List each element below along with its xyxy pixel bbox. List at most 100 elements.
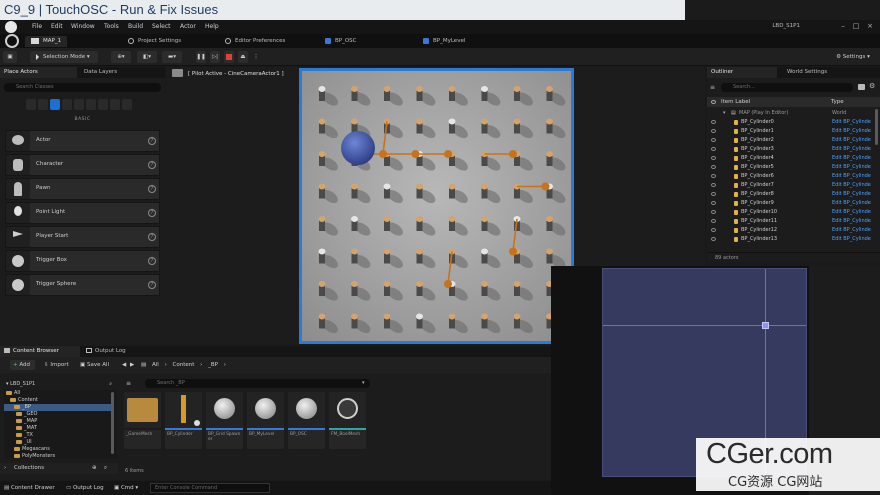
asset-tile[interactable]: BP_OSC [288, 392, 325, 449]
outliner-row-type[interactable]: Edit BP_Cylinde [832, 235, 871, 244]
col-type[interactable]: Type [831, 97, 844, 107]
folder-tree-item[interactable]: _TX [4, 432, 114, 439]
selection-mode-button[interactable]: Selection Mode ▾ [30, 51, 98, 63]
eject-icon[interactable]: ⏏ [238, 51, 248, 63]
outliner-scrollbar[interactable] [875, 109, 878, 145]
outliner-row-type[interactable]: Edit BP_Cylinde [832, 127, 871, 136]
cinematics-icon[interactable]: ▬▾ [162, 51, 182, 63]
outliner-row-type[interactable]: Edit BP_Cylinde [832, 163, 871, 172]
all-classes-icon[interactable] [110, 99, 120, 110]
place-actors-search-input[interactable]: Search Classes [4, 83, 161, 92]
visibility-icon[interactable] [711, 147, 716, 151]
outliner-row[interactable]: BP_Cylinder10 Edit BP_Cylinde [707, 208, 872, 217]
visibility-icon[interactable] [711, 237, 716, 241]
menu-select[interactable]: Select [152, 23, 171, 30]
outliner-row-type[interactable]: Edit BP_Cylinde [832, 208, 871, 217]
menu-window[interactable]: Window [71, 23, 95, 30]
visual-effects-icon[interactable] [86, 99, 96, 110]
outliner-row-type[interactable]: Edit BP_Cylinde [832, 226, 871, 235]
filter-icon[interactable]: ≡ [710, 84, 717, 91]
asset-tile[interactable]: _GameMesh [124, 392, 161, 449]
help-icon[interactable]: ? [148, 233, 156, 241]
folder-tree-item[interactable]: _BP [4, 404, 114, 411]
search-dropdown-icon[interactable]: ▾ [362, 380, 365, 386]
scene-view[interactable] [299, 68, 574, 344]
menu-actor[interactable]: Actor [180, 23, 196, 30]
tab-outliner[interactable]: Outliner [707, 67, 777, 78]
xy-pad-handle[interactable] [762, 322, 769, 329]
tree-scrollbar[interactable] [111, 392, 114, 454]
more-options-icon[interactable]: ⋮ [252, 51, 260, 63]
outliner-row[interactable]: BP_Cylinder7 Edit BP_Cylinde [707, 181, 872, 190]
outliner-row[interactable]: BP_Cylinder1 Edit BP_Cylinde [707, 127, 872, 136]
console-input[interactable]: Enter Console Command [150, 483, 270, 493]
output-log-button[interactable]: ▭ Output Log [66, 483, 104, 493]
add-button[interactable]: + Add [10, 360, 35, 370]
visibility-icon[interactable] [711, 120, 716, 124]
menu-edit[interactable]: Edit [51, 23, 63, 30]
outliner-row-type[interactable]: Edit BP_Cylinde [832, 181, 871, 190]
minimize-icon[interactable]: – [838, 22, 848, 31]
outliner-row-type[interactable]: Edit BP_Cylinde [832, 154, 871, 163]
outliner-row-type[interactable]: Edit BP_Cylinde [832, 199, 871, 208]
help-icon[interactable]: ? [148, 161, 156, 169]
actor-row-trigger-box[interactable]: Trigger Box ? [5, 250, 160, 272]
folder-tree-item[interactable]: _MAP [4, 418, 114, 425]
actor-row-actor[interactable]: Actor ? [5, 130, 160, 152]
actor-row-trigger-sphere[interactable]: Trigger Sphere ? [5, 274, 160, 296]
skip-frame-icon[interactable]: ▷| [210, 51, 220, 63]
actor-row-character[interactable]: Character ? [5, 154, 160, 176]
project-root-row[interactable]: ▾ LBD_S1P1 ⌕ [6, 380, 114, 388]
history-icon[interactable]: ▤ [141, 360, 146, 370]
save-all-button[interactable]: ▣ Save All [80, 360, 109, 370]
folder-add-icon[interactable] [858, 84, 865, 90]
outliner-row-type[interactable]: Edit BP_Cylinde [832, 172, 871, 181]
outliner-row-type[interactable]: Edit BP_Cylinde [832, 217, 871, 226]
folder-tree-item[interactable]: All [4, 390, 114, 397]
asset-tile[interactable]: BP_MyLevel [247, 392, 284, 449]
outliner-row[interactable]: BP_Cylinder0 Edit BP_Cylinde [707, 118, 872, 127]
visibility-icon[interactable] [711, 183, 716, 187]
breadcrumb-content[interactable]: Content [173, 362, 195, 368]
tab-project-settings[interactable]: Project Settings [128, 36, 181, 47]
tab-bp-mylevel[interactable]: BP_MyLevel [423, 36, 465, 47]
outliner-row-type[interactable]: Edit BP_Cylinde [832, 118, 871, 127]
tab-data-layers[interactable]: Data Layers [80, 67, 121, 78]
outliner-row[interactable]: BP_Cylinder9 Edit BP_Cylinde [707, 199, 872, 208]
visibility-icon[interactable] [711, 165, 716, 169]
collections-header[interactable]: › Collections ⊕ ⌕ [0, 463, 118, 474]
actor-row-pawn[interactable]: Pawn ? [5, 178, 160, 200]
outliner-row[interactable]: BP_Cylinder11 Edit BP_Cylinde [707, 217, 872, 226]
visibility-icon[interactable] [711, 228, 716, 232]
col-item-label[interactable]: Item Label [721, 97, 750, 107]
menu-file[interactable]: File [32, 23, 42, 30]
help-icon[interactable]: ? [148, 257, 156, 265]
outliner-row[interactable]: BP_Cylinder12 Edit BP_Cylinde [707, 226, 872, 235]
help-icon[interactable]: ? [148, 281, 156, 289]
help-icon[interactable]: ? [148, 209, 156, 217]
lights-icon[interactable] [62, 99, 72, 110]
cinematic-icon[interactable] [74, 99, 84, 110]
breadcrumb-bp[interactable]: _BP [208, 362, 218, 368]
outliner-map-row[interactable]: ▾ ▤ MAP (Play In Editor) World [707, 109, 872, 118]
outliner-row[interactable]: BP_Cylinder3 Edit BP_Cylinde [707, 145, 872, 154]
nav-back-icon[interactable]: ◀ [122, 360, 126, 370]
geometry-icon[interactable] [122, 99, 132, 110]
settings-button[interactable]: ⚙ Settings ▾ [830, 51, 876, 63]
folder-tree-item[interactable]: Content [4, 397, 114, 404]
tab-world-settings[interactable]: World Settings [783, 67, 831, 78]
visibility-icon[interactable] [711, 201, 716, 205]
visibility-icon[interactable] [711, 192, 716, 196]
outliner-row-type[interactable]: Edit BP_Cylinde [832, 145, 871, 154]
cmd-button[interactable]: ▣ Cmd ▾ [114, 483, 138, 493]
outliner-settings-icon[interactable]: ⚙ [869, 82, 875, 90]
outliner-row[interactable]: BP_Cylinder13 Edit BP_Cylinde [707, 235, 872, 244]
tab-content-browser[interactable]: Content Browser [0, 346, 80, 357]
help-icon[interactable]: ? [148, 137, 156, 145]
search-icon[interactable]: ⌕ [109, 380, 112, 388]
volumes-icon[interactable] [98, 99, 108, 110]
nav-forward-icon[interactable]: ▶ [130, 360, 134, 370]
asset-tile[interactable]: FM_BoolMesh [329, 392, 366, 449]
visibility-icon[interactable] [711, 210, 716, 214]
outliner-search-input[interactable]: Search... [721, 83, 853, 92]
